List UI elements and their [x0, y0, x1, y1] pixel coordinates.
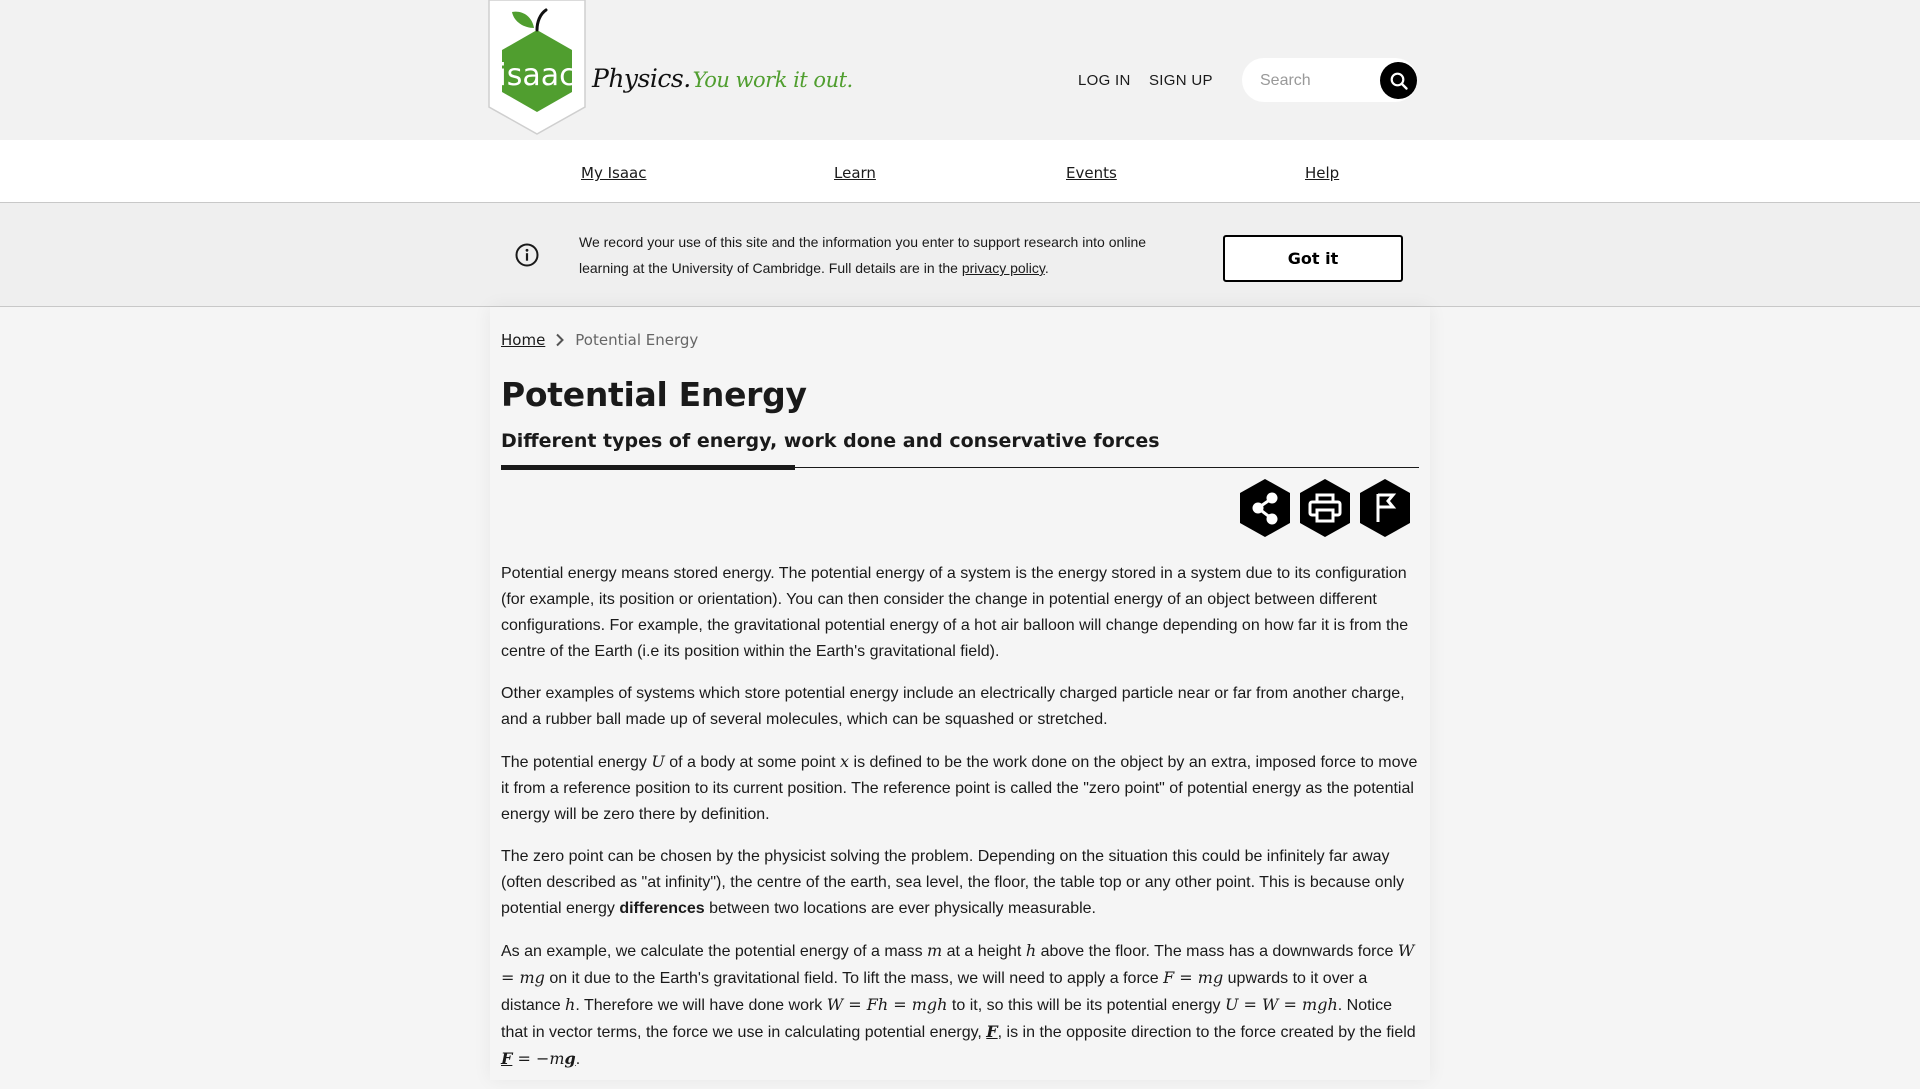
math-expression: U = W = mgh — [1224, 995, 1338, 1014]
page-title: Potential Energy — [501, 375, 807, 414]
banner-message: We record your use of this site and the … — [579, 229, 1169, 281]
math-symbol: h — [1025, 941, 1037, 960]
article-body: Potential energy means stored energy. Th… — [501, 561, 1421, 1089]
nav-item-learn[interactable]: Learn — [834, 164, 876, 182]
site-header: isaac Physics. You work it out. LOG IN S… — [0, 0, 1920, 140]
nav-item-help[interactable]: Help — [1305, 164, 1339, 182]
text: The potential energy — [501, 754, 652, 771]
share-button[interactable] — [1238, 478, 1292, 538]
nav-item-events[interactable]: Events — [1066, 164, 1117, 182]
text: of a body at some point — [664, 754, 841, 771]
wordmark-physics: Physics. — [592, 64, 691, 93]
text: at a height — [942, 943, 1026, 960]
text: , is in the opposite direction to the fo… — [997, 1024, 1416, 1041]
search-input[interactable] — [1258, 66, 1382, 96]
math-symbol: U — [651, 752, 665, 771]
nav-item-my-isaac[interactable]: My Isaac — [581, 164, 646, 182]
wordmark-tagline: You work it out. — [692, 68, 854, 92]
text: on it due to the Earth's gravitational f… — [544, 970, 1164, 987]
breadcrumb: Home Potential Energy — [501, 331, 698, 349]
text: to it, so this will be its potential ene… — [947, 997, 1225, 1014]
info-icon — [515, 243, 539, 267]
breadcrumb-current: Potential Energy — [575, 331, 699, 349]
vector-symbol: g — [564, 1049, 576, 1068]
vector-symbol: F — [986, 1022, 998, 1041]
paragraph-1: Potential energy means stored energy. Th… — [501, 565, 1409, 660]
title-divider-accent — [501, 465, 795, 470]
paragraph-3: The potential energy U of a body at some… — [501, 749, 1421, 828]
search-button[interactable] — [1380, 62, 1417, 99]
paragraph-5: As an example, we calculate the potentia… — [501, 938, 1421, 1073]
banner-text-end: . — [1044, 260, 1049, 276]
login-link[interactable]: LOG IN — [1078, 72, 1131, 89]
chevron-right-icon — [555, 333, 565, 347]
main-nav: My Isaac Learn Events Help — [0, 140, 1920, 203]
vector-symbol: F — [501, 1049, 513, 1068]
math-expression: F = mg — [1163, 968, 1224, 987]
report-button[interactable] — [1358, 478, 1412, 538]
emphasis: differences — [619, 900, 705, 917]
search-icon — [1390, 72, 1408, 90]
paragraph-2: Other examples of systems which store po… — [501, 685, 1405, 728]
signup-link[interactable]: SIGN UP — [1149, 72, 1213, 89]
privacy-policy-link[interactable]: privacy policy — [962, 260, 1045, 276]
wordmark: Physics. You work it out. — [592, 64, 853, 104]
banner-text: We record your use of this site and the … — [579, 234, 1147, 276]
math-expression: = −m — [512, 1049, 565, 1068]
math-expression: W = Fh = mgh — [826, 995, 948, 1014]
math-symbol: x — [840, 752, 850, 771]
text: . Therefore we will have done work — [575, 997, 827, 1014]
got-it-button[interactable]: Got it — [1223, 235, 1403, 282]
math-symbol: h — [565, 995, 576, 1014]
print-button[interactable] — [1298, 478, 1352, 538]
paragraph-4: The zero point can be chosen by the phys… — [501, 844, 1421, 922]
math-symbol: m — [927, 941, 943, 960]
logo-text: isaac — [498, 58, 575, 93]
isaac-logo[interactable]: isaac — [488, 0, 586, 135]
page-subtitle: Different types of energy, work done and… — [501, 430, 1160, 452]
text: . — [575, 1051, 581, 1068]
privacy-banner: We record your use of this site and the … — [0, 203, 1920, 307]
text: above the floor. The mass has a downward… — [1036, 943, 1398, 960]
text: between two locations are ever physicall… — [704, 900, 1096, 917]
text: As an example, we calculate the potentia… — [501, 943, 928, 960]
breadcrumb-home[interactable]: Home — [501, 331, 545, 349]
